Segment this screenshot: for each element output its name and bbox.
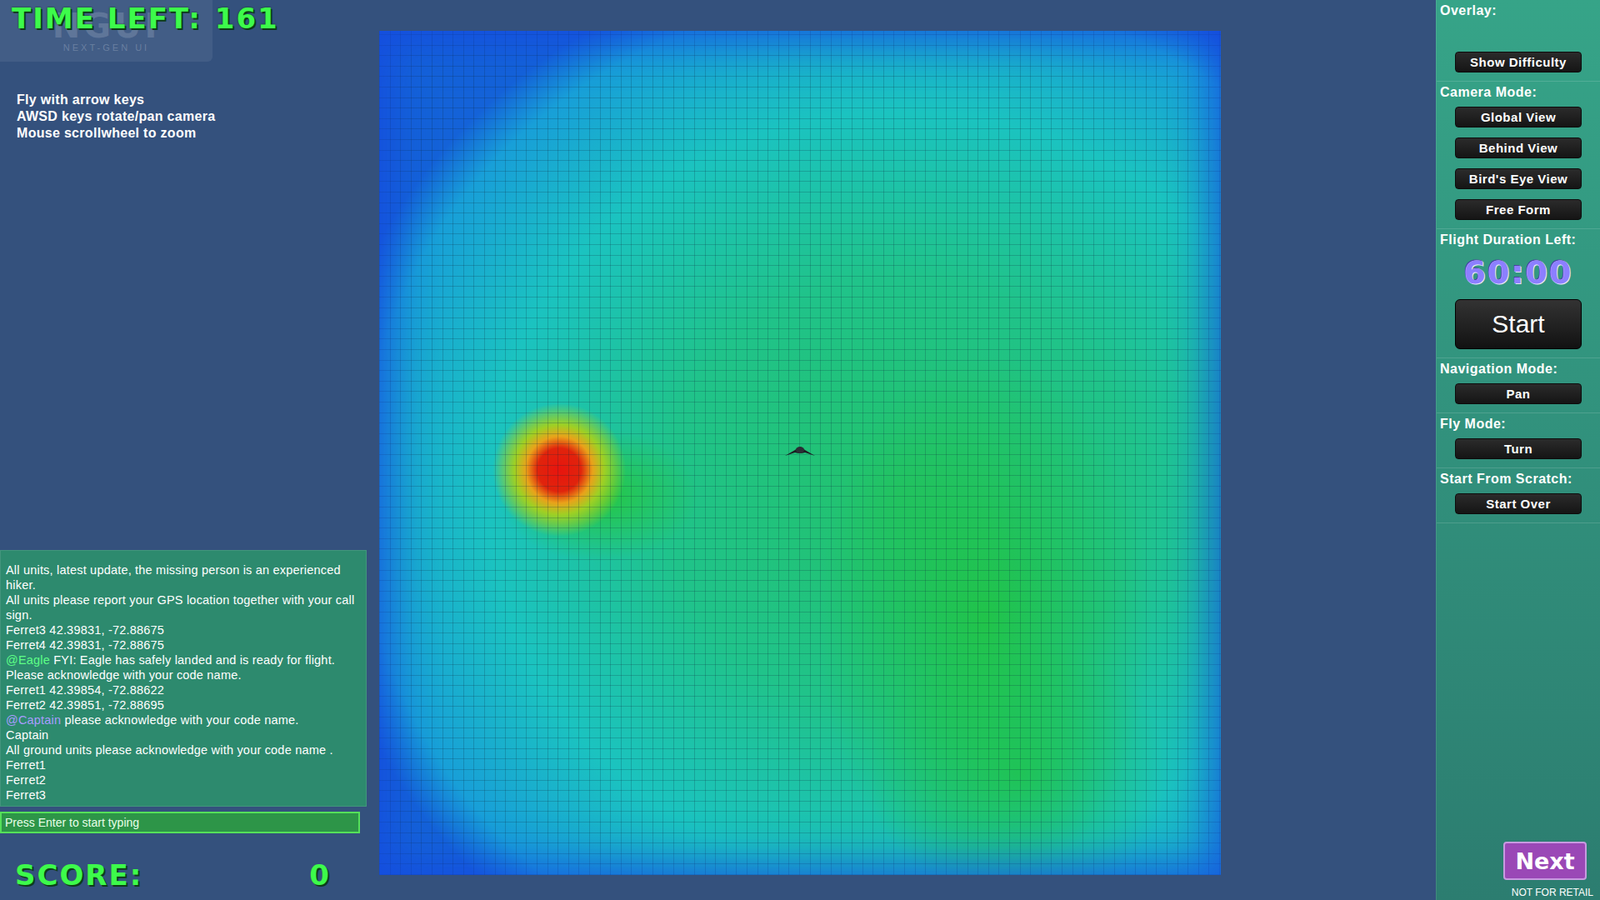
hud-top: NGUINEXT-GEN UITIME LEFT:161 <box>0 0 367 64</box>
map-area <box>366 0 1436 900</box>
flight-duration: 60:00 <box>1440 254 1597 291</box>
chat-mention[interactable]: @Eagle <box>5 653 50 667</box>
panel-button[interactable]: Free Form <box>1455 199 1582 220</box>
retail-notice: NOT FOR RETAIL <box>1511 886 1594 899</box>
score: SCORE: 0 <box>0 833 367 900</box>
chat-message: All ground units please acknowledge with… <box>2 742 361 758</box>
instructions: Fly with arrow keysAWSD keys rotate/pan … <box>0 91 367 142</box>
score-value: 0 <box>309 858 331 892</box>
chat-text: Ferret1 <box>5 758 46 772</box>
panel-section: Start From Scratch: Start Over <box>1436 468 1600 524</box>
chat-text: Ferret1 42.39854, -72.88622 <box>5 683 165 697</box>
panel-button[interactable]: Behind View <box>1455 137 1582 159</box>
chat-text: Captain <box>5 728 49 742</box>
panel-section: Overlay: Show Difficulty <box>1436 0 1600 82</box>
chat-text: All units please report your GPS locatio… <box>5 593 355 622</box>
chat-mention[interactable]: @Captain <box>5 713 61 727</box>
chat-text: Ferret4 42.39831, -72.88675 <box>5 638 165 652</box>
chat-input[interactable]: Press Enter to start typing <box>0 811 360 834</box>
chat-text: please acknowledge with your code name. <box>60 713 299 727</box>
chat-panel: All units, latest update, the missing pe… <box>0 550 367 807</box>
section-label: Start From Scratch: <box>1440 471 1597 487</box>
chat-message: Ferret1 <box>2 757 361 773</box>
section-label: Flight Duration Left: <box>1440 232 1597 248</box>
panel-button[interactable]: Global View <box>1455 106 1582 128</box>
chat-message: @Eagle FYI: Eagle has safely landed and … <box>2 652 361 683</box>
instruction-line: AWSD keys rotate/pan camera <box>16 108 367 125</box>
chat-message: Ferret2 <box>2 772 361 788</box>
section-label: Navigation Mode: <box>1440 361 1597 377</box>
next-button[interactable]: Next <box>1503 841 1587 880</box>
panel-button[interactable]: Pan <box>1455 383 1582 405</box>
chat-message: All units please report your GPS locatio… <box>2 592 361 623</box>
chat-message: Captain <box>2 727 361 743</box>
chat-message: All units, latest update, the missing pe… <box>2 562 361 593</box>
chat-message: Ferret3 42.39831, -72.88675 <box>2 622 361 638</box>
panel-section: Navigation Mode: Pan <box>1436 358 1600 414</box>
panel-button[interactable]: Start Over <box>1455 493 1582 515</box>
left-hud: NGUINEXT-GEN UITIME LEFT:161Fly with arr… <box>0 0 367 900</box>
chat-message: Ferret2 42.39851, -72.88695 <box>2 697 361 713</box>
instruction-line: Mouse scrollwheel to zoom <box>16 125 367 142</box>
logo-subtitle: NEXT-GEN UI <box>63 42 150 53</box>
chat-text: All ground units please acknowledge with… <box>5 743 334 757</box>
start-button[interactable]: Start <box>1455 299 1582 350</box>
panel-button[interactable]: Bird's Eye View <box>1455 168 1582 190</box>
control-panel: Overlay: Show Difficulty Camera Mode: Globa… <box>1435 0 1600 900</box>
instruction-line: Fly with arrow keys <box>16 91 367 109</box>
panel-bottom: Next NOT FOR RETAIL <box>1436 841 1600 900</box>
panel-button[interactable]: Turn <box>1455 438 1582 460</box>
heatmap[interactable] <box>379 30 1221 875</box>
panel-section: Camera Mode: Global View Behind View Bird's… <box>1436 81 1600 230</box>
chat-text: Ferret3 <box>5 788 46 802</box>
chat-text: All units, latest update, the missing pe… <box>5 563 341 592</box>
time-left-label: TIME LEFT: <box>11 1 202 35</box>
section-label: Overlay: <box>1440 3 1597 19</box>
chat-message: @Captain please acknowledge with your co… <box>2 712 361 728</box>
time-left-value: 161 <box>215 1 280 35</box>
chat-message: Ferret4 42.39831, -72.88675 <box>2 637 361 653</box>
panel-section: Fly Mode: Turn <box>1436 413 1600 469</box>
game-screen: NGUINEXT-GEN UITIME LEFT:161Fly with arr… <box>0 0 1600 900</box>
section-label: Camera Mode: <box>1440 85 1597 100</box>
chat-message: Ferret3 <box>2 787 361 803</box>
chat-text: Ferret3 42.39831, -72.88675 <box>5 623 165 637</box>
drone-icon[interactable] <box>783 442 817 458</box>
chat-text: FYI: Eagle has safely landed and is read… <box>5 653 335 682</box>
chat-text: Ferret2 42.39851, -72.88695 <box>5 698 165 712</box>
panel-section: Flight Duration Left: 60:00 Start <box>1436 229 1600 359</box>
chat-message: Ferret1 42.39854, -72.88622 <box>2 682 361 698</box>
panel-button[interactable]: Show Difficulty <box>1455 51 1582 73</box>
score-label: SCORE: <box>15 858 143 892</box>
chat-text: Ferret2 <box>5 773 46 787</box>
section-label: Fly Mode: <box>1440 416 1597 432</box>
time-left: TIME LEFT: 161 <box>0 0 367 35</box>
